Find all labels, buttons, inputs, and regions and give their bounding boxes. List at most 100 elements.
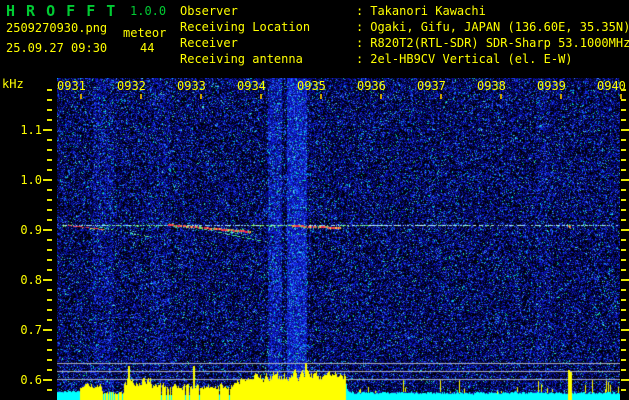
freq-minor-tick [47,119,52,121]
time-tick [200,94,202,99]
freq-minor-tick [621,239,626,241]
freq-minor-tick [47,219,52,221]
time-label-0935: 0935 [297,79,326,93]
freq-minor-tick [621,349,626,351]
freq-major-tick [43,279,52,281]
freq-minor-tick [47,189,52,191]
freq-label-0.8: 0.8 [20,273,42,287]
freq-minor-tick [47,359,52,361]
time-tick [440,94,442,99]
time-label-0933: 0933 [177,79,206,93]
time-label-0939: 0939 [537,79,566,93]
freq-minor-tick [621,269,626,271]
freq-major-tick [621,229,629,231]
freq-minor-tick [621,299,626,301]
time-tick [80,94,82,99]
freq-minor-tick [621,219,626,221]
time-label-0931: 0931 [57,79,86,93]
info-row-observer: Observer: Takanori Kawachi [180,4,629,20]
freq-minor-tick [621,359,626,361]
freq-minor-tick [621,149,626,151]
time-tick [140,94,142,99]
freq-major-tick [621,179,629,181]
freq-minor-tick [47,99,52,101]
freq-major-tick [621,279,629,281]
freq-minor-tick [621,189,626,191]
freq-minor-tick [47,309,52,311]
freq-minor-tick [47,199,52,201]
freq-major-tick [43,129,52,131]
freq-minor-tick [621,309,626,311]
freq-minor-tick [621,199,626,201]
time-label-0932: 0932 [117,79,146,93]
info-label: Receiving antenna [180,52,303,66]
freq-minor-tick [47,349,52,351]
freq-major-tick [621,329,629,331]
freq-minor-tick [47,299,52,301]
info-value: Takanori Kawachi [370,4,486,18]
freq-minor-tick [47,149,52,151]
freq-minor-tick [621,389,626,391]
freq-minor-tick [621,139,626,141]
freq-major-tick [621,379,629,381]
time-tick [260,94,262,99]
freq-minor-tick [47,259,52,261]
freq-major-tick [43,179,52,181]
output-filename: 2509270930.png [6,21,108,35]
freq-minor-tick [621,109,626,111]
time-tick [380,94,382,99]
hrofft-output-window: H R O F F T 1.0.0 2509270930.png meteor … [0,0,629,400]
freq-minor-tick [621,249,626,251]
freq-minor-tick [621,99,626,101]
time-label-0936: 0936 [357,79,386,93]
freq-minor-tick [621,319,626,321]
freq-minor-tick [621,369,626,371]
freq-minor-tick [621,259,626,261]
freq-minor-tick [47,209,52,211]
observation-mode-label: meteor [123,26,167,40]
freq-minor-tick [47,269,52,271]
freq-minor-tick [621,89,626,91]
colon-separator: : [356,36,364,50]
freq-minor-tick [47,369,52,371]
freq-label-1.1: 1.1 [20,123,42,137]
time-label-0937: 0937 [417,79,446,93]
freq-minor-tick [621,289,626,291]
freq-minor-tick [47,389,52,391]
freq-minor-tick [47,89,52,91]
freq-label-0.9: 0.9 [20,223,42,237]
observation-datetime: 25.09.27 09:30 [6,41,108,55]
time-label-0938: 0938 [477,79,506,93]
freq-minor-tick [621,159,626,161]
spectrogram-canvas [57,78,620,400]
freq-label-1.0: 1.0 [20,173,42,187]
time-tick [320,94,322,99]
freq-minor-tick [47,139,52,141]
info-row-antenna: Receiving antenna:2el-HB9CV Vertical (el… [180,52,629,68]
freq-minor-tick [47,239,52,241]
station-info-block: Observer: Takanori Kawachi Receiving Loca… [180,4,629,68]
app-version: 1.0.0 [130,4,167,18]
info-label: Observer [180,4,238,18]
freq-minor-tick [621,209,626,211]
info-label: Receiver [180,36,238,50]
freq-major-tick [43,379,52,381]
freq-minor-tick [47,339,52,341]
info-value: R820T2(RTL-SDR) SDR-Sharp 53.1000MHz [370,36,629,50]
freq-minor-tick [47,109,52,111]
freq-minor-tick [47,319,52,321]
info-value: Ogaki, Gifu, JAPAN (136.60E, 35.35N) [370,20,629,34]
meteor-echo-count: 44 [140,41,155,55]
info-value: 2el-HB9CV Vertical (el. E-W) [370,52,573,66]
info-row-receiver: Receiver: R820T2(RTL-SDR) SDR-Sharp 53.10… [180,36,629,52]
freq-label-0.7: 0.7 [20,323,42,337]
y-axis-unit-label: kHz [2,77,24,91]
time-tick [500,94,502,99]
freq-major-tick [43,229,52,231]
freq-label-0.6: 0.6 [20,373,42,387]
freq-minor-tick [621,339,626,341]
app-title: H R O F F T [6,2,117,20]
freq-minor-tick [621,119,626,121]
freq-minor-tick [47,159,52,161]
freq-minor-tick [47,289,52,291]
